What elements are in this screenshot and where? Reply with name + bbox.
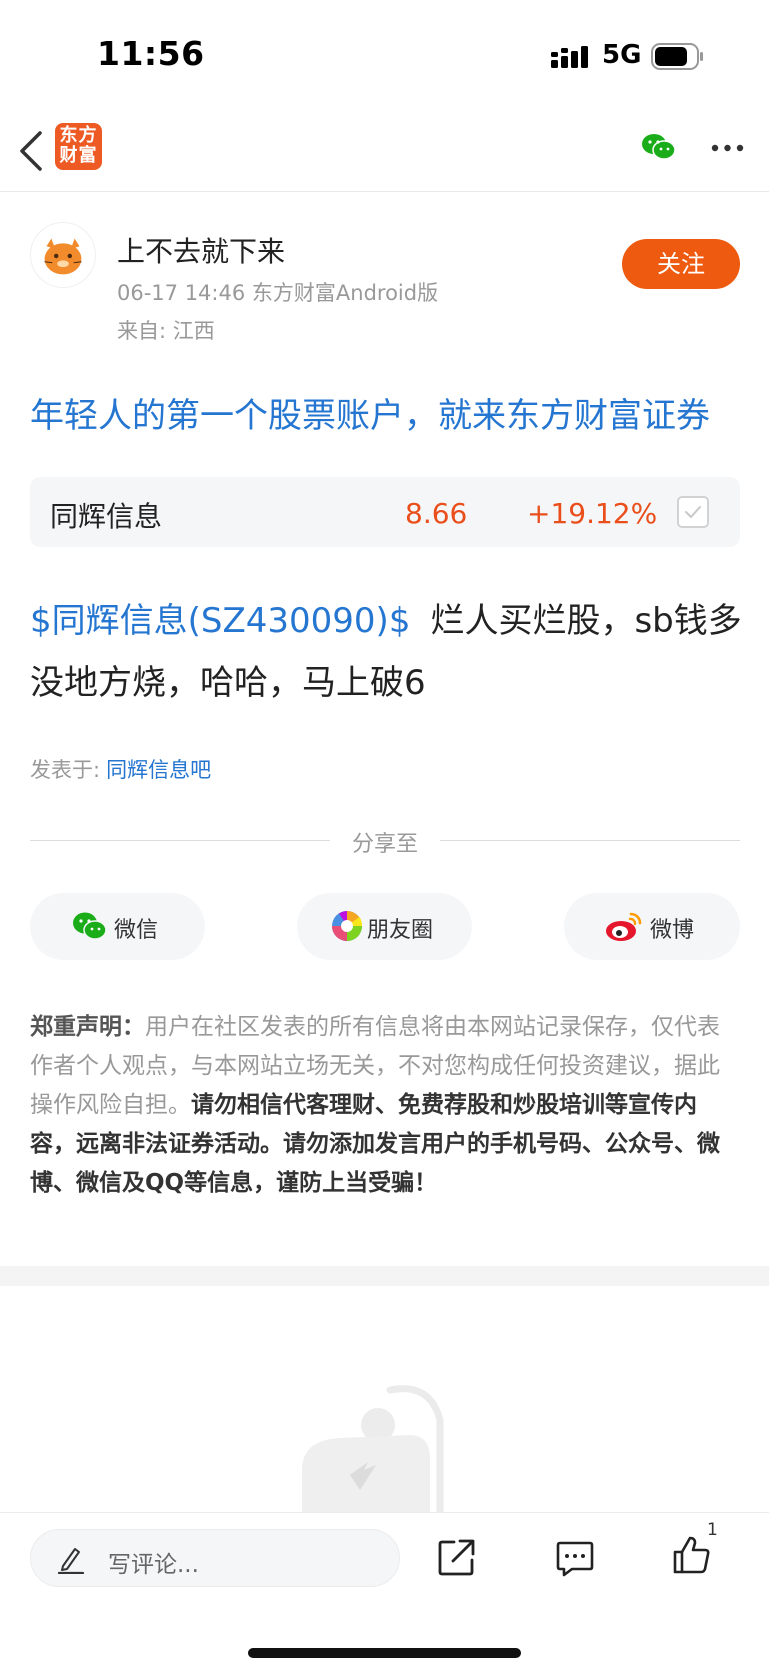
- moments-icon: [332, 911, 363, 941]
- share-weibo-button[interactable]: 微博: [564, 893, 740, 960]
- navbar: 东方 财富: [0, 110, 769, 192]
- pencil-icon: [57, 1548, 85, 1574]
- promo-link[interactable]: 年轻人的第一个股票账户，就来东方财富证券: [30, 388, 710, 437]
- author-location: 来自: 江西: [117, 319, 215, 343]
- share-icon[interactable]: [438, 1538, 476, 1576]
- post-meta: 06-17 14:46 东方财富Android版: [117, 281, 439, 305]
- logo-text-line2: 财富: [59, 145, 98, 166]
- signal-icon: [551, 46, 588, 68]
- stock-tag-link[interactable]: $同辉信息(SZ430090)$: [30, 601, 410, 641]
- avatar[interactable]: [30, 222, 96, 288]
- share-weibo-label: 微博: [650, 918, 695, 943]
- eastmoney-logo: 东方 财富: [55, 123, 102, 170]
- bar-link[interactable]: 同辉信息吧: [106, 758, 211, 782]
- bottom-action-bar: 写评论... 1: [0, 1512, 769, 1665]
- disclaimer-title: 郑重声明：: [30, 1014, 145, 1040]
- share-wechat-button[interactable]: 微信: [30, 893, 205, 960]
- logo-text-line1: 东方: [59, 125, 98, 146]
- battery-icon: [651, 43, 703, 70]
- status-time: 11:56: [97, 34, 205, 73]
- share-wechat-label: 微信: [114, 918, 159, 943]
- posted-in: 发表于: 同辉信息吧: [30, 754, 211, 784]
- author-name[interactable]: 上不去就下来: [117, 230, 285, 270]
- more-icon[interactable]: [711, 144, 744, 152]
- stock-change: +19.12%: [527, 497, 658, 530]
- share-moments-button[interactable]: 朋友圈: [297, 893, 472, 960]
- share-divider: 分享至: [30, 825, 740, 857]
- weibo-icon: [606, 912, 642, 941]
- empty-comments-illustration: [302, 1385, 444, 1515]
- share-title: 分享至: [351, 832, 418, 857]
- posted-in-label: 发表于:: [30, 758, 101, 782]
- disclaimer: 郑重声明：用户在社区发表的所有信息将由本网站记录保存，仅代表作者个人观点，与本网…: [30, 1008, 742, 1203]
- stock-card[interactable]: 同辉信息 8.66 +19.12%: [30, 477, 740, 547]
- stock-name: 同辉信息: [50, 500, 163, 533]
- comment-placeholder: 写评论...: [108, 1552, 199, 1578]
- wechat-icon[interactable]: [641, 132, 677, 162]
- follow-button[interactable]: 关注: [622, 239, 740, 289]
- status-bar: 11:56 5G: [0, 0, 769, 110]
- network-label: 5G: [602, 40, 642, 70]
- author-section: 上不去就下来 06-17 14:46 东方财富Android版 来自: 江西 关…: [0, 192, 769, 352]
- stock-price: 8.66: [405, 497, 468, 530]
- home-indicator: [248, 1648, 521, 1658]
- add-watchlist-checkbox[interactable]: [677, 496, 709, 528]
- back-arrow-icon[interactable]: [18, 130, 44, 172]
- wechat-icon: [73, 912, 107, 940]
- divider-line-right: [440, 840, 740, 841]
- comment-input[interactable]: 写评论...: [30, 1529, 400, 1587]
- like-icon[interactable]: [672, 1535, 712, 1575]
- share-moments-label: 朋友圈: [367, 918, 434, 943]
- section-divider: [0, 1266, 769, 1286]
- comment-icon[interactable]: [556, 1540, 594, 1577]
- like-count: 1: [707, 1520, 718, 1540]
- post-body: $同辉信息(SZ430090)$ 烂人买烂股，sb钱多没地方烧，哈哈，马上破6: [30, 590, 742, 714]
